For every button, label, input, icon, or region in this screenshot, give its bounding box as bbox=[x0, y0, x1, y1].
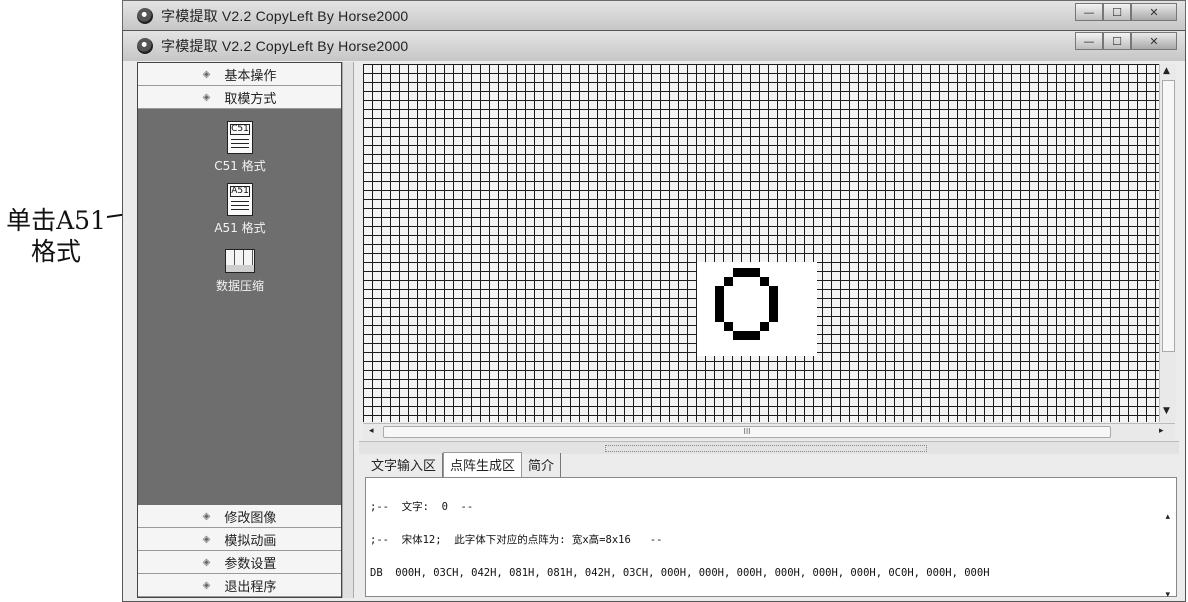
sidebar-item-label: 模拟动画 bbox=[224, 533, 277, 549]
diamond-bullet-icon: ◈ bbox=[202, 68, 211, 80]
sidebar-item-label: 退出程序 bbox=[224, 579, 277, 595]
vertical-splitter[interactable] bbox=[342, 62, 354, 598]
diamond-bullet-icon: ◈ bbox=[202, 91, 211, 103]
scroll-down-icon[interactable]: ▼ bbox=[1163, 406, 1170, 416]
c51-format-tool[interactable]: C51 C51 格式 bbox=[190, 121, 290, 174]
maximize-button[interactable]: ☐ bbox=[1103, 32, 1131, 50]
output-line: ;-- 宋体12; 此字体下对应的点阵为: 宽x高=8x16 -- bbox=[370, 534, 663, 546]
output-line: DB 000H, 03CH, 042H, 081H, 081H, 042H, 0… bbox=[370, 567, 990, 579]
tab-intro[interactable]: 简介 bbox=[522, 453, 562, 477]
window-title: 字模提取 V2.2 CopyLeft By Horse2000 bbox=[161, 38, 409, 54]
minimize-button[interactable]: — bbox=[1075, 32, 1103, 50]
tab-text-input[interactable]: 文字输入区 bbox=[365, 453, 444, 477]
diamond-bullet-icon: ◈ bbox=[202, 510, 211, 522]
splitter-grip[interactable] bbox=[605, 445, 927, 452]
sidebar-item-basic-ops[interactable]: ◈ 基本操作 bbox=[138, 63, 341, 86]
app-icon bbox=[137, 7, 153, 24]
annotation-line-1: 单击A51 bbox=[6, 206, 106, 235]
scroll-right-icon[interactable]: ▸ bbox=[1159, 426, 1164, 436]
app-icon bbox=[137, 38, 153, 54]
tab-bar: 文字输入区 点阵生成区 简介 bbox=[365, 452, 562, 477]
diamond-bullet-icon: ◈ bbox=[202, 579, 211, 591]
a51-icon-label: A51 bbox=[230, 186, 250, 197]
sidebar: ◈ 基本操作 ◈ 取模方式 C51 C51 格式 A51 A51 格式 数据压缩 bbox=[137, 62, 342, 598]
c51-format-label: C51 格式 bbox=[214, 159, 266, 173]
vertical-scrollbar[interactable]: ▲ ▼ bbox=[1159, 64, 1176, 422]
diamond-bullet-icon: ◈ bbox=[202, 556, 211, 568]
compress-icon bbox=[225, 249, 255, 273]
close-button[interactable]: ✕ bbox=[1131, 32, 1177, 50]
grid-cells[interactable] bbox=[363, 64, 1159, 422]
background-window-title: 字模提取 V2.2 CopyLeft By Horse2000 bbox=[161, 7, 409, 24]
a51-format-label: A51 格式 bbox=[214, 221, 266, 235]
scroll-up-icon[interactable]: ▲ bbox=[1163, 66, 1170, 76]
annotation-label: 单击A51 格式 bbox=[0, 205, 112, 267]
sidebar-item-settings[interactable]: ◈ 参数设置 bbox=[138, 551, 341, 574]
sidebar-item-label: 基本操作 bbox=[224, 68, 277, 84]
sidebar-bottom-menu: ◈ 修改图像 ◈ 模拟动画 ◈ 参数设置 ◈ 退出程序 bbox=[138, 505, 341, 597]
c51-icon-label: C51 bbox=[230, 124, 250, 135]
vertical-scroll-thumb[interactable] bbox=[1162, 80, 1175, 352]
background-window[interactable]: 字模提取 V2.2 CopyLeft By Horse2000 — ☐ ✕ bbox=[122, 0, 1186, 31]
titlebar[interactable]: 字模提取 V2.2 CopyLeft By Horse2000 — ☐ ✕ bbox=[123, 31, 1185, 61]
horizontal-scrollbar[interactable]: ◂ III ▸ bbox=[363, 423, 1175, 440]
output-textarea[interactable]: ;-- 文字: 0 -- ;-- 宋体12; 此字体下对应的点阵为: 宽x高=8… bbox=[365, 477, 1177, 600]
scroll-left-icon[interactable]: ◂ bbox=[369, 426, 374, 436]
glyph-preview bbox=[697, 262, 817, 356]
a51-format-tool[interactable]: A51 A51 格式 bbox=[190, 183, 290, 236]
output-line: ;-- 文字: 0 -- bbox=[370, 501, 474, 513]
a51-document-icon: A51 bbox=[227, 183, 253, 216]
sidebar-item-mode[interactable]: ◈ 取模方式 bbox=[138, 86, 341, 109]
output-scroll-down-icon[interactable]: ▾ bbox=[1165, 590, 1170, 600]
annotation-line-2: 格式 bbox=[30, 237, 81, 266]
data-compress-tool[interactable]: 数据压缩 bbox=[190, 249, 290, 294]
output-text: ;-- 文字: 0 -- ;-- 宋体12; 此字体下对应的点阵为: 宽x高=8… bbox=[370, 480, 990, 601]
maximize-button[interactable]: ☐ bbox=[1103, 3, 1131, 21]
c51-document-icon: C51 bbox=[227, 121, 253, 154]
sidebar-item-label: 取模方式 bbox=[224, 91, 277, 107]
data-compress-label: 数据压缩 bbox=[215, 279, 264, 293]
diamond-bullet-icon: ◈ bbox=[202, 533, 211, 545]
horizontal-scroll-thumb[interactable]: III bbox=[383, 426, 1111, 438]
sidebar-item-edit-image[interactable]: ◈ 修改图像 bbox=[138, 505, 341, 528]
sidebar-item-animation[interactable]: ◈ 模拟动画 bbox=[138, 528, 341, 551]
close-button[interactable]: ✕ bbox=[1131, 3, 1177, 21]
main-window: 字模提取 V2.2 CopyLeft By Horse2000 — ☐ ✕ ◈ … bbox=[122, 30, 1186, 602]
sidebar-item-label: 修改图像 bbox=[224, 510, 277, 526]
tab-dot-matrix-output[interactable]: 点阵生成区 bbox=[443, 452, 523, 477]
background-titlebar[interactable]: 字模提取 V2.2 CopyLeft By Horse2000 — ☐ ✕ bbox=[123, 1, 1185, 30]
sidebar-item-label: 参数设置 bbox=[224, 556, 277, 572]
sidebar-item-exit[interactable]: ◈ 退出程序 bbox=[138, 574, 341, 597]
minimize-button[interactable]: — bbox=[1075, 3, 1103, 21]
dot-matrix-canvas[interactable] bbox=[363, 64, 1159, 422]
output-scroll-up-icon[interactable]: ▴ bbox=[1165, 512, 1170, 522]
